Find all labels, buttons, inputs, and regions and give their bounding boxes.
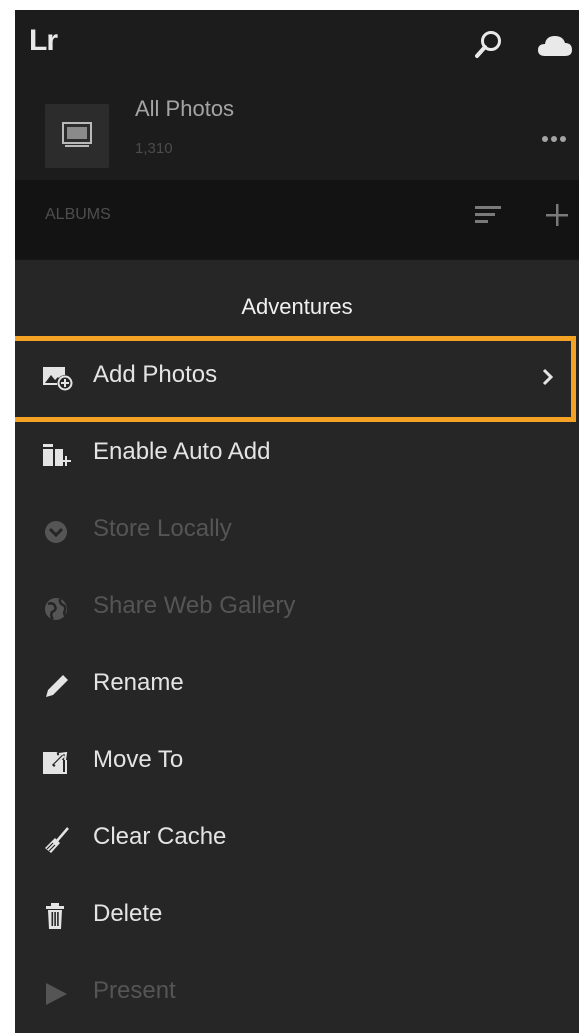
menu-item-delete[interactable]: Delete [15, 878, 579, 954]
chevron-right-icon [541, 367, 555, 387]
menu-item-label: Store Locally [93, 515, 232, 542]
menu-item-label: Delete [93, 900, 163, 927]
all-photos-title: All Photos [135, 96, 235, 121]
move-icon [43, 748, 73, 776]
broom-icon [43, 825, 73, 853]
menu-item-label: Move To [93, 746, 184, 773]
globe-icon [43, 594, 73, 622]
menu-item-label: Clear Cache [93, 823, 227, 850]
menu-item-label: Rename [93, 669, 184, 696]
menu-item-store-locally[interactable]: Store Locally [15, 493, 579, 569]
search-icon[interactable] [472, 28, 506, 62]
menu-item-label: Share Web Gallery [93, 592, 296, 619]
sort-icon[interactable] [473, 200, 503, 230]
menu-item-clear-cache[interactable]: Clear Cache [15, 801, 579, 877]
cloud-icon[interactable] [537, 28, 572, 62]
more-options-icon[interactable] [539, 132, 569, 144]
app-logo: Lr [29, 24, 58, 57]
menu-item-label: Add Photos [93, 361, 218, 388]
trash-icon [43, 902, 73, 930]
sheet-title: Adventures [241, 294, 353, 319]
pencil-icon [43, 671, 73, 699]
all-photos-row[interactable] [15, 76, 579, 180]
auto-add-icon [43, 440, 73, 468]
all-photos-thumbnail [45, 104, 109, 168]
chevron-circle-icon [43, 517, 73, 545]
menu-item-move-to[interactable]: Move To [15, 724, 579, 800]
menu-item-label: Present [93, 977, 176, 1004]
albums-label: ALBUMS [45, 206, 111, 223]
add-album-icon[interactable] [543, 200, 571, 230]
menu-item-present[interactable]: Present [15, 955, 579, 1031]
top-bar: Lr [15, 10, 579, 76]
app-window: Lr All Photos 1,310 ALBUMS Adventures Ad… [15, 10, 579, 1033]
menu-item-label: Enable Auto Add [93, 438, 271, 465]
menu-item-share-web-gallery[interactable]: Share Web Gallery [15, 570, 579, 646]
play-icon [43, 979, 73, 1007]
menu-item-add-photos[interactable]: Add Photos [15, 339, 579, 415]
all-photos-count: 1,310 [135, 140, 173, 157]
image-icon [62, 122, 92, 147]
menu-item-rename[interactable]: Rename [15, 647, 579, 723]
add-photos-icon [43, 363, 73, 391]
menu-item-enable-auto-add[interactable]: Enable Auto Add [15, 416, 579, 492]
